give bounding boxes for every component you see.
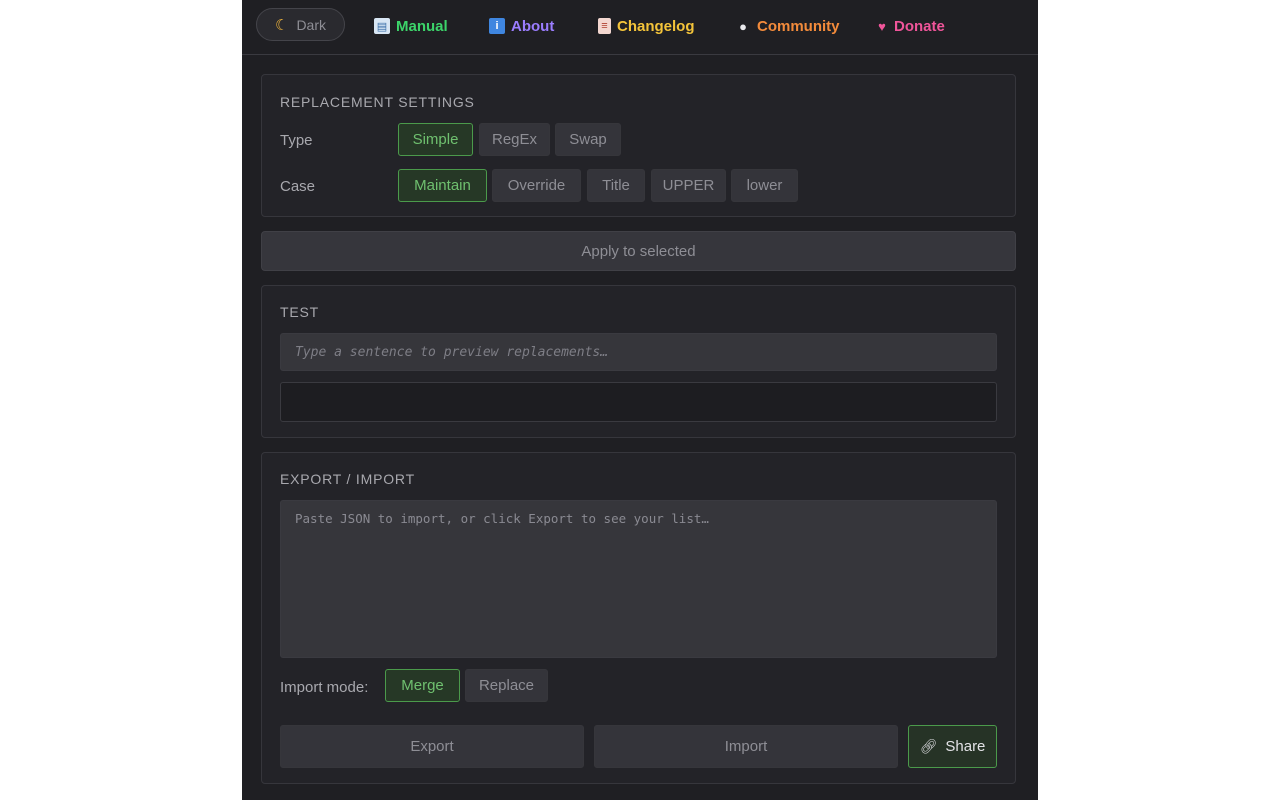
nav-link-about[interactable]: i About: [489, 16, 554, 36]
import-mode-label: Import mode:: [280, 679, 369, 696]
case-override-button[interactable]: Override: [492, 169, 581, 202]
type-regex-button[interactable]: RegEx: [479, 123, 550, 156]
type-label: Type: [280, 132, 313, 149]
test-panel: TEST Type a sentence to preview replacem…: [261, 285, 1016, 438]
info-icon: i: [489, 18, 505, 34]
moon-icon: ☾: [274, 16, 289, 34]
nav-link-label: About: [511, 17, 555, 35]
nav-link-label: Donate: [894, 17, 945, 35]
heart-icon: ♥: [878, 18, 886, 34]
import-mode-replace-button[interactable]: Replace: [465, 669, 548, 702]
nav-link-manual[interactable]: ▤ Manual: [374, 16, 448, 36]
theme-toggle-button[interactable]: ☾ Dark: [256, 8, 345, 41]
case-title-button[interactable]: Title: [587, 169, 645, 202]
link-icon: 🔗︎: [919, 738, 938, 754]
share-label: Share: [945, 738, 986, 755]
apply-to-selected-button[interactable]: Apply to selected: [261, 231, 1016, 271]
share-button[interactable]: 🔗︎ Share: [908, 725, 997, 768]
test-preview-output: [280, 382, 997, 422]
speech-bubble-icon: ●: [739, 18, 747, 34]
import-button[interactable]: Import: [594, 725, 898, 768]
import-mode-merge-button[interactable]: Merge: [385, 669, 460, 702]
export-import-panel: EXPORT / IMPORT Paste JSON to import, or…: [261, 452, 1016, 784]
nav-link-label: Manual: [396, 17, 448, 35]
section-title: REPLACEMENT SETTINGS: [280, 94, 475, 110]
top-nav: ☾ Dark ▤ Manual i About ≡ Changelog ● Co…: [242, 0, 1038, 55]
nav-link-community[interactable]: ● Community: [735, 16, 840, 36]
case-upper-button[interactable]: UPPER: [651, 169, 726, 202]
json-textarea[interactable]: Paste JSON to import, or click Export to…: [280, 500, 997, 658]
section-title: EXPORT / IMPORT: [280, 471, 415, 487]
test-sentence-input[interactable]: Type a sentence to preview replacements…: [280, 333, 997, 371]
nav-link-changelog[interactable]: ≡ Changelog: [598, 16, 695, 36]
case-maintain-button[interactable]: Maintain: [398, 169, 487, 202]
type-swap-button[interactable]: Swap: [555, 123, 621, 156]
nav-link-donate[interactable]: ♥ Donate: [876, 16, 945, 36]
nav-link-label: Changelog: [617, 17, 695, 35]
export-button[interactable]: Export: [280, 725, 584, 768]
theme-label: Dark: [296, 16, 326, 33]
section-title: TEST: [280, 304, 319, 320]
nav-link-label: Community: [757, 17, 840, 35]
type-simple-button[interactable]: Simple: [398, 123, 473, 156]
case-lower-button[interactable]: lower: [731, 169, 798, 202]
app-window: ☾ Dark ▤ Manual i About ≡ Changelog ● Co…: [242, 0, 1038, 800]
json-textarea-placeholder: Paste JSON to import, or click Export to…: [295, 511, 709, 526]
replacement-settings-panel: REPLACEMENT SETTINGS Type Simple RegEx S…: [261, 74, 1016, 217]
test-input-placeholder: Type a sentence to preview replacements…: [295, 344, 609, 360]
case-label: Case: [280, 178, 316, 195]
clipboard-icon: ≡: [598, 18, 611, 34]
book-icon: ▤: [374, 18, 390, 34]
